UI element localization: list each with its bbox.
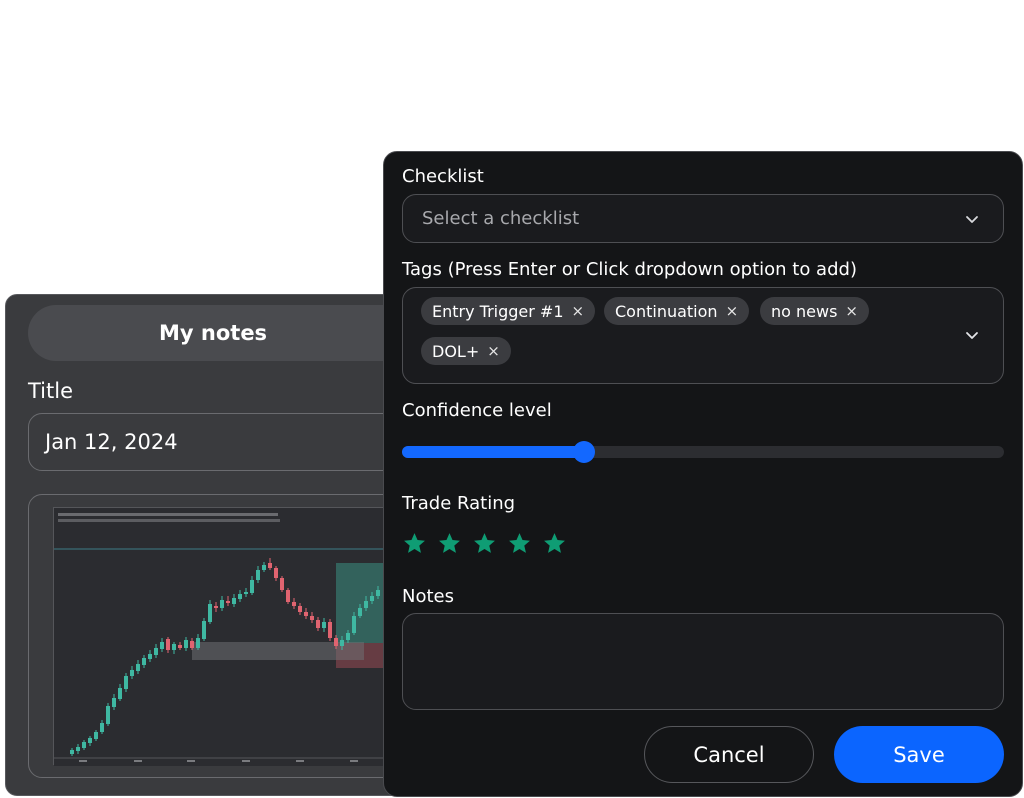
candle-body (70, 750, 74, 754)
candle-body (250, 580, 254, 593)
candle-body (238, 594, 242, 599)
candle-body (220, 600, 224, 608)
cancel-button[interactable]: Cancel (644, 726, 814, 783)
notes-label: Notes (402, 586, 454, 607)
tag-chip: no news × (760, 297, 869, 325)
candle-body (274, 568, 278, 578)
candle-body (286, 590, 290, 602)
candle-body (262, 565, 266, 570)
tag-label: DOL+ (432, 341, 480, 361)
candle-body (352, 616, 356, 633)
title-input[interactable]: Jan 12, 2024 (28, 413, 424, 471)
candle-body (166, 639, 170, 650)
chevron-down-icon (966, 215, 978, 223)
candle-body (316, 620, 320, 628)
candle-body (94, 732, 98, 739)
chart-screenshot-frame (28, 494, 424, 778)
tag-chip: Continuation × (604, 297, 750, 325)
candle-body (340, 640, 344, 646)
candle-body (82, 742, 86, 748)
my-notes-card: My notes Title Jan 12, 2024 (5, 294, 425, 796)
tag-label: Entry Trigger #1 (432, 301, 564, 321)
candle-body (232, 598, 236, 604)
candlestick-chart-image (54, 508, 414, 766)
candle-body (298, 606, 302, 612)
candle-body (160, 642, 164, 649)
candle-body (124, 676, 128, 689)
my-notes-header[interactable]: My notes (28, 305, 424, 361)
checklist-select[interactable]: Select a checklist (402, 194, 1004, 243)
tag-label: no news (771, 301, 838, 321)
close-icon[interactable]: × (845, 302, 858, 320)
candle-body (322, 622, 326, 628)
star-icon[interactable] (542, 531, 567, 556)
confidence-slider[interactable] (402, 441, 1004, 463)
candle-body (304, 612, 308, 616)
trade-rating-stars (402, 531, 567, 556)
candle-body (142, 658, 146, 665)
candle-body (100, 723, 104, 732)
candle-body (376, 590, 380, 596)
chevron-down-icon[interactable] (963, 326, 981, 344)
candle-body (136, 664, 140, 671)
candle-body (244, 592, 248, 594)
candle-body (364, 601, 368, 608)
candle-body (190, 641, 194, 648)
candle-body (214, 606, 218, 608)
confidence-slider-fill (402, 446, 584, 458)
close-icon[interactable]: × (726, 302, 739, 320)
candle-body (208, 604, 212, 622)
confidence-slider-thumb[interactable] (572, 441, 595, 463)
star-icon[interactable] (507, 531, 532, 556)
close-icon[interactable]: × (572, 302, 585, 320)
candle-body (268, 563, 272, 568)
trade-rating-label: Trade Rating (402, 493, 516, 514)
tags-label: Tags (Press Enter or Click dropdown opti… (402, 259, 857, 280)
save-button[interactable]: Save (834, 726, 1004, 783)
tag-label: Continuation (615, 301, 718, 321)
tag-chip: Entry Trigger #1 × (421, 297, 596, 325)
candle-body (346, 633, 350, 640)
checklist-label: Checklist (402, 166, 484, 187)
candle-body (370, 596, 374, 601)
candle-body (328, 622, 332, 638)
candle-body (76, 747, 80, 751)
candle-body (130, 670, 134, 676)
star-icon[interactable] (402, 531, 427, 556)
close-icon[interactable]: × (487, 342, 500, 360)
trade-form-card: Checklist Select a checklist Tags (Press… (383, 151, 1023, 797)
candle-body (334, 638, 338, 646)
candle-body (292, 602, 296, 606)
chart-screenshot-image (53, 507, 414, 766)
candle-body (106, 706, 110, 724)
candle-body (154, 648, 158, 655)
candle-body (310, 616, 314, 620)
candle-body (196, 638, 200, 648)
candle-body (256, 570, 260, 580)
candle-body (148, 654, 152, 659)
confidence-label: Confidence level (402, 400, 552, 421)
checklist-placeholder: Select a checklist (422, 208, 580, 229)
candle-body (172, 644, 176, 650)
star-icon[interactable] (472, 531, 497, 556)
candle-body (202, 621, 206, 639)
title-label: Title (28, 379, 74, 403)
star-icon[interactable] (437, 531, 462, 556)
tag-chip: DOL+ × (421, 337, 511, 365)
candle-body (88, 738, 92, 743)
candle-body (112, 698, 116, 707)
candle-body (184, 640, 188, 648)
candle-body (358, 608, 362, 616)
candle-body (178, 645, 182, 648)
candle-body (226, 601, 230, 603)
candle-body (280, 578, 284, 590)
tags-input[interactable]: Entry Trigger #1 × Continuation × no new… (402, 287, 1004, 384)
candle-body (118, 688, 122, 699)
notes-textarea[interactable] (402, 613, 1004, 710)
